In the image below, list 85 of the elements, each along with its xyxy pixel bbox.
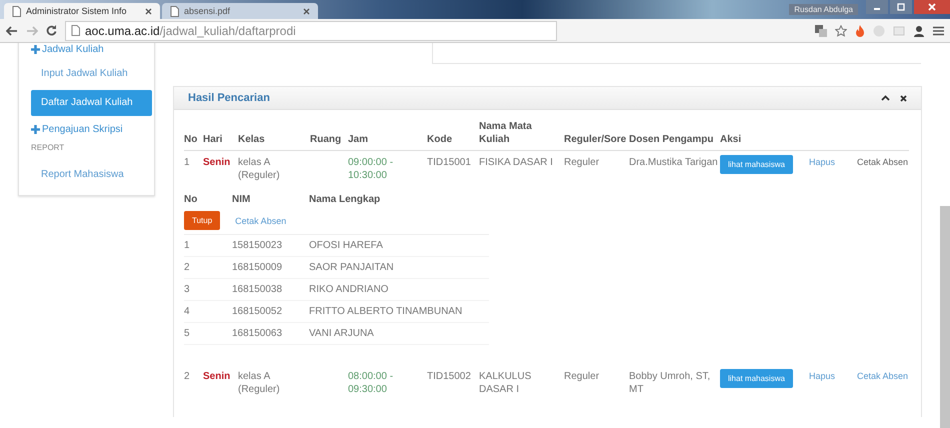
table-cell-text: 168150052 bbox=[232, 306, 284, 317]
view-students-button[interactable]: lihat mahasiswa bbox=[720, 369, 793, 388]
menu-icon[interactable] bbox=[933, 26, 944, 36]
table-cell-text: FISIKA DASAR I bbox=[479, 156, 554, 170]
sidebar-item[interactable]: Input Jadwal Kuliah bbox=[31, 62, 152, 86]
page-icon bbox=[170, 6, 179, 16]
back-icon[interactable] bbox=[6, 26, 18, 36]
view-students-button[interactable]: lihat mahasiswa bbox=[720, 155, 793, 174]
maximize-icon bbox=[897, 3, 905, 11]
table-cell-text: 09:00:00 - 10:30:00 bbox=[348, 156, 394, 182]
table-cell-text: Reguler bbox=[564, 156, 600, 170]
collapse-icon[interactable] bbox=[881, 95, 890, 101]
table-cell-text: RIKO ANDRIANO bbox=[309, 284, 390, 295]
sidebar-group[interactable]: Pengajuan Skripsi bbox=[19, 116, 154, 138]
table-cell-text: kelas A (Reguler) bbox=[238, 370, 281, 396]
close-list-button[interactable]: Tutup bbox=[184, 211, 220, 230]
column-header: Dosen Pengampu bbox=[629, 133, 714, 146]
user-name[interactable]: Rusdan Abdulga bbox=[789, 4, 858, 15]
flame-icon[interactable] bbox=[855, 24, 865, 36]
print-link[interactable]: Cetak Absen bbox=[857, 371, 908, 381]
table-cell-text: Dra.Mustika Tarigan bbox=[629, 156, 719, 170]
minimize-button[interactable] bbox=[866, 0, 888, 14]
browser-tab[interactable]: absensi.pdf bbox=[162, 3, 318, 19]
table-cell-text: TID15001 bbox=[427, 156, 472, 170]
table-cell-text: FRITTO ALBERTO TINAMBUNAN bbox=[309, 306, 464, 317]
panel-title: Hasil Pencarian bbox=[188, 92, 271, 104]
delete-link[interactable]: Hapus bbox=[809, 371, 836, 381]
table-cell-text: 4 bbox=[184, 306, 191, 317]
table-cell-text: SAOR PANJAITAN bbox=[309, 262, 395, 273]
table-cell-text: OFOSI HAREFA bbox=[309, 240, 384, 251]
table-cell-text: KALKULUS DASAR I bbox=[479, 370, 532, 396]
table-cell-text: 5 bbox=[184, 328, 191, 339]
browser-tab[interactable]: Administrator Sistem Info bbox=[4, 3, 160, 19]
sidebar-heading: REPORT bbox=[30, 142, 66, 154]
table-cell-text: Senin bbox=[203, 156, 232, 170]
table-cell-text: 168150038 bbox=[232, 284, 284, 295]
sidebar-group[interactable]: Jadwal Kuliah bbox=[19, 43, 154, 58]
print-link[interactable]: Cetak Absen bbox=[857, 157, 908, 167]
column-header: Reguler/Sore bbox=[564, 133, 628, 146]
delete-link[interactable]: Hapus bbox=[809, 157, 836, 167]
close-icon[interactable] bbox=[145, 8, 152, 14]
column-header: Aksi bbox=[720, 133, 742, 146]
table-cell-text: Reguler bbox=[564, 370, 600, 384]
table-cell-text: 08:00:00 - 09:30:00 bbox=[348, 370, 394, 396]
table-cell-text: 168150063 bbox=[232, 328, 284, 339]
table-cell-text: 2 bbox=[184, 370, 191, 384]
column-header: Ruang bbox=[310, 133, 342, 146]
plus-icon bbox=[31, 124, 40, 134]
close-icon[interactable] bbox=[900, 94, 907, 102]
column-header: No bbox=[184, 133, 198, 146]
table-cell-text: 1 bbox=[184, 240, 191, 251]
close-icon[interactable] bbox=[303, 8, 310, 14]
table-cell-text: 168150009 bbox=[232, 262, 284, 273]
table-cell-text: 1 bbox=[184, 156, 191, 170]
column-header: NIM bbox=[232, 194, 252, 205]
column-header: Hari bbox=[203, 133, 224, 146]
user-icon[interactable] bbox=[913, 24, 925, 36]
scrollbar[interactable] bbox=[940, 206, 950, 428]
table-cell-text: kelas A (Reguler) bbox=[238, 156, 281, 182]
close-button[interactable] bbox=[914, 0, 950, 14]
close-icon bbox=[928, 3, 936, 11]
translate-icon[interactable] bbox=[815, 24, 827, 36]
address-field[interactable]: aoc.uma.ac.id/jadwal_kuliah/daftarprodi bbox=[65, 20, 557, 40]
table-cell-text: 2 bbox=[184, 262, 191, 273]
column-header: Jam bbox=[348, 133, 370, 146]
column-header: Nama Lengkap bbox=[309, 194, 382, 205]
table-cell-text: 158150023 bbox=[232, 240, 284, 251]
table-cell-text: VANI ARJUNA bbox=[309, 328, 375, 339]
reload-icon[interactable] bbox=[46, 25, 57, 36]
plus-icon bbox=[31, 44, 40, 54]
maximize-button[interactable] bbox=[890, 0, 912, 14]
table-cell-text: 3 bbox=[184, 284, 191, 295]
column-header: Kelas bbox=[238, 133, 266, 146]
table-cell-text: Senin bbox=[203, 370, 232, 384]
sidebar-item[interactable]: Daftar Jadwal Kuliah bbox=[31, 90, 152, 116]
sidebar-item[interactable]: Report Mahasiswa bbox=[31, 163, 152, 187]
table-cell-text: TID15002 bbox=[427, 370, 472, 384]
column-header: Nama Mata Kuliah bbox=[479, 120, 533, 146]
print-link[interactable]: Cetak Absen bbox=[235, 216, 286, 226]
page-icon bbox=[12, 6, 21, 16]
column-header: Kode bbox=[427, 133, 453, 146]
column-header: No bbox=[184, 194, 198, 205]
star-icon[interactable] bbox=[835, 24, 847, 36]
table-cell-text: Bobby Umroh, ST, MT bbox=[629, 370, 712, 396]
page-icon bbox=[71, 25, 80, 36]
